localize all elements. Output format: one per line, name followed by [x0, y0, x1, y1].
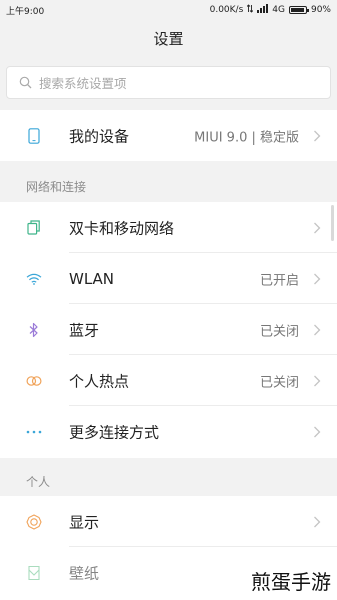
- chevron-right-icon: [314, 130, 321, 141]
- network-item-label: 更多连接方式: [69, 423, 160, 441]
- network-item-label: WLAN: [69, 269, 115, 288]
- bluetooth-status: 已关闭: [259, 324, 299, 339]
- wlan-status: 已开启: [259, 273, 299, 288]
- my-device-row[interactable]: 我的设备 MIUI 9.0 | 稳定版: [0, 110, 337, 161]
- status-right: 0.00K/s 4G 90%: [210, 4, 331, 16]
- wallpaper-icon: [26, 565, 42, 581]
- battery-icon: [288, 6, 309, 14]
- chevron-right-icon: [314, 324, 321, 335]
- chevron-right-icon: [314, 273, 321, 284]
- search-bar[interactable]: 搜索系统设置项: [6, 66, 331, 99]
- my-device-version: MIUI 9.0 | 稳定版: [194, 130, 299, 145]
- sim-mobile-network-row[interactable]: 双卡和移动网络: [0, 202, 337, 253]
- search-icon: [17, 75, 33, 91]
- scrollbar-thumb[interactable]: [331, 205, 334, 241]
- chevron-right-icon: [314, 426, 321, 437]
- my-device-label: 我的设备: [69, 127, 130, 145]
- signal-icon: [257, 4, 269, 16]
- section-network-title: 网络和连接: [26, 180, 87, 194]
- status-bar: 上午9:00 0.00K/s 4G 90%: [0, 0, 337, 20]
- phone-icon: [26, 127, 42, 144]
- display-brightness-icon: [26, 513, 42, 530]
- watermark-text: 煎蛋手游: [251, 570, 331, 594]
- more-dots-icon: [26, 424, 42, 440]
- battery-percent: 90%: [310, 5, 331, 15]
- bluetooth-row[interactable]: 蓝牙 已关闭: [0, 304, 337, 355]
- data-arrows-icon: [246, 4, 254, 16]
- hotspot-row[interactable]: 个人热点 已关闭: [0, 355, 337, 406]
- network-item-label: 蓝牙: [69, 321, 100, 339]
- hotspot-status: 已关闭: [259, 375, 299, 390]
- battery-fill: [290, 8, 304, 12]
- wlan-row[interactable]: WLAN 已开启: [0, 253, 337, 304]
- chevron-right-icon: [314, 375, 321, 386]
- network-type: 4G: [272, 5, 285, 15]
- network-item-label: 个人热点: [69, 372, 130, 390]
- personal-item-label: 显示: [69, 513, 100, 531]
- section-personal-title: 个人: [26, 475, 51, 489]
- hotspot-icon: [26, 373, 42, 389]
- chevron-right-icon: [314, 516, 321, 527]
- page-title: 设置: [153, 30, 184, 48]
- device-card: 我的设备 MIUI 9.0 | 稳定版: [0, 110, 337, 161]
- search-placeholder: 搜索系统设置项: [39, 76, 127, 91]
- chevron-right-icon: [314, 222, 321, 233]
- wifi-icon: [26, 271, 42, 287]
- sim-card-icon: [26, 220, 42, 236]
- more-connections-row[interactable]: 更多连接方式: [0, 406, 337, 457]
- status-time: 上午9:00: [6, 7, 45, 17]
- network-item-label: 双卡和移动网络: [69, 219, 175, 237]
- network-card: 双卡和移动网络 WLAN 已开启 蓝牙 已关闭 个人热点 已关闭 更多连接方式: [0, 202, 337, 458]
- personal-item-label: 壁纸: [69, 564, 100, 582]
- display-row[interactable]: 显示: [0, 496, 337, 547]
- bluetooth-icon: [26, 322, 42, 338]
- network-speed: 0.00K/s: [209, 5, 244, 15]
